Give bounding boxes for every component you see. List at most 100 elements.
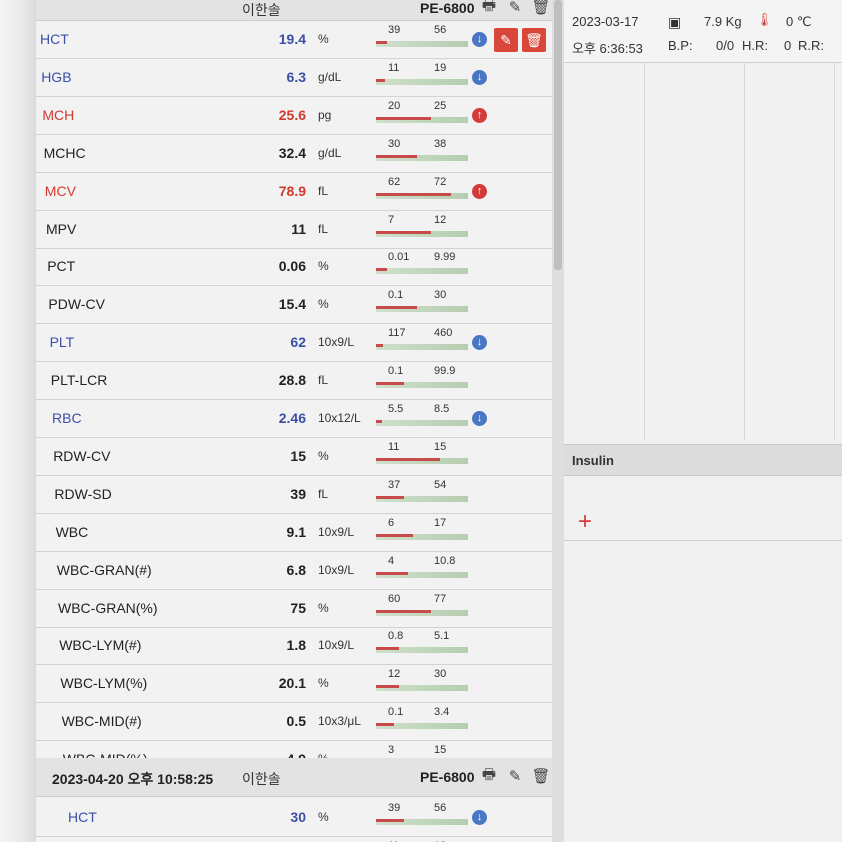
test-unit: fL — [318, 183, 329, 198]
test-unit: % — [318, 297, 329, 312]
reference-range: 7 12 — [376, 214, 472, 244]
bp-value: 0/0 — [716, 38, 735, 53]
test-name: WBC-LYM(#) — [59, 637, 142, 654]
range-bar — [376, 819, 468, 825]
result-row: RDW-CV 15 % 11 15 — [36, 437, 552, 476]
test-value: 0.06 — [278, 258, 306, 275]
reference-range: 11 19 — [376, 62, 472, 92]
test-value: 30 — [290, 809, 306, 825]
range-high: 460 — [434, 327, 453, 340]
print-icon[interactable]: 🖶 — [480, 0, 498, 16]
test-value: 25.6 — [278, 106, 306, 123]
reference-range: 0.1 30 — [376, 289, 472, 319]
range-low: 39 — [388, 24, 401, 36]
range-bar-fill — [376, 306, 417, 310]
range-bar — [376, 116, 468, 123]
result-row: RBC 2.46 10x12/L 5.5 8.5 ↓ — [36, 399, 552, 438]
test-value: 0.5 — [286, 713, 306, 730]
range-high: 25 — [434, 99, 447, 112]
test-unit: fL — [318, 486, 329, 501]
add-insulin-button[interactable]: + — [578, 508, 592, 536]
result-row: WBC-MID(#) 0.5 10x3/μL 0.1 3.4 — [36, 702, 552, 742]
arrow-down-icon: ↓ — [472, 32, 487, 47]
reference-range: 11 15 — [376, 441, 472, 471]
insulin-title: Insulin — [572, 453, 614, 468]
range-bar — [376, 457, 468, 464]
range-bar — [376, 495, 468, 502]
range-low: 62 — [388, 175, 401, 188]
delete-record-button[interactable]: 🗑 — [522, 28, 546, 52]
edit-record-button[interactable]: ✎ — [494, 28, 518, 52]
result-row: PDW-CV 15.4 % 0.1 30 — [36, 285, 552, 325]
test-name: RBC — [52, 410, 82, 426]
range-bar — [376, 723, 468, 730]
test-name: WBC — [55, 523, 89, 540]
vitals-date: 2023-03-17 — [572, 14, 639, 29]
range-low: 0.01 — [388, 251, 410, 264]
reference-range: 5.5 8.5 — [376, 403, 472, 433]
range-low: 12 — [388, 668, 401, 681]
reference-range: 0.1 3.4 — [376, 706, 472, 736]
bp-label: B.P: — [668, 38, 693, 53]
group-user: 이한솔 — [242, 2, 281, 18]
column-divider — [644, 62, 645, 440]
test-name: RDW-CV — [53, 447, 111, 464]
results-scrollbar[interactable] — [552, 0, 564, 842]
test-value: 20.1 — [278, 675, 306, 692]
reference-range: 37 54 — [376, 479, 472, 509]
test-name: WBC-LYM(%) — [60, 675, 148, 692]
result-row: MPV 11 fL 7 12 — [36, 210, 552, 249]
result-row: HCT 30 % 39 56 ↓ — [36, 798, 552, 837]
test-name: MCV — [44, 182, 76, 199]
test-value: 2.46 — [278, 410, 306, 426]
range-high: 38 — [434, 137, 447, 150]
range-bar — [376, 571, 468, 578]
range-bar-fill — [376, 116, 431, 120]
range-high: 12 — [434, 213, 447, 226]
divider — [564, 474, 842, 475]
test-value: 6.3 — [286, 68, 306, 85]
result-row: MCHC 32.4 g/dL 30 38 — [36, 134, 552, 173]
range-bar-fill — [376, 78, 385, 82]
reference-range: 4 10.8 — [376, 555, 472, 585]
reference-range: 0.1 99.9 — [376, 365, 472, 395]
range-bar — [376, 154, 468, 161]
range-low: 11 — [388, 440, 400, 453]
range-low: 6 — [388, 516, 395, 529]
test-name: MCHC — [43, 144, 86, 161]
group-device: PE-6800 — [420, 769, 475, 785]
column-divider — [834, 62, 835, 440]
range-low: 0.1 — [388, 289, 404, 302]
range-low: 117 — [388, 327, 406, 340]
test-value: 9.1 — [286, 523, 306, 540]
range-low: 0.8 — [388, 630, 404, 643]
divider — [564, 540, 842, 541]
edit-icon[interactable]: ✎ — [506, 767, 524, 785]
test-name: HCT — [40, 31, 69, 47]
reference-range: 39 56 — [376, 24, 472, 54]
reference-range: 60 77 — [376, 593, 472, 623]
range-bar-fill — [376, 268, 387, 272]
test-name: PCT — [47, 258, 76, 275]
test-unit: % — [318, 32, 329, 46]
test-value: 19.4 — [278, 31, 306, 47]
edit-icon[interactable]: ✎ — [506, 0, 524, 16]
test-unit: % — [318, 259, 329, 274]
trash-icon[interactable]: 🗑 — [531, 767, 550, 785]
scrollbar-thumb[interactable] — [554, 0, 562, 270]
range-low: 30 — [388, 137, 401, 150]
range-high: 56 — [434, 802, 447, 814]
reference-range: 0.8 5.1 — [376, 630, 472, 660]
test-unit: pg — [318, 107, 332, 122]
range-high: 30 — [434, 668, 447, 681]
range-bar — [376, 78, 468, 85]
trash-icon[interactable]: 🗑 — [531, 0, 550, 16]
range-bar-fill — [376, 192, 451, 196]
result-row: PCT 0.06 % 0.01 9.99 — [36, 247, 552, 287]
patient-vitals-panel: 2023-03-17 오후 6:36:53 ▣ 7.9 Kg 🌡 0 ℃ B.P… — [564, 0, 842, 842]
vitals-time: 오후 6:36:53 — [572, 41, 643, 56]
scale-icon: ▣ — [668, 14, 682, 30]
print-icon[interactable]: 🖶 — [480, 766, 498, 785]
result-row: WBC-LYM(#) 1.8 10x9/L 0.8 5.1 — [36, 626, 552, 666]
test-name: WBC-MID(#) — [61, 713, 142, 730]
